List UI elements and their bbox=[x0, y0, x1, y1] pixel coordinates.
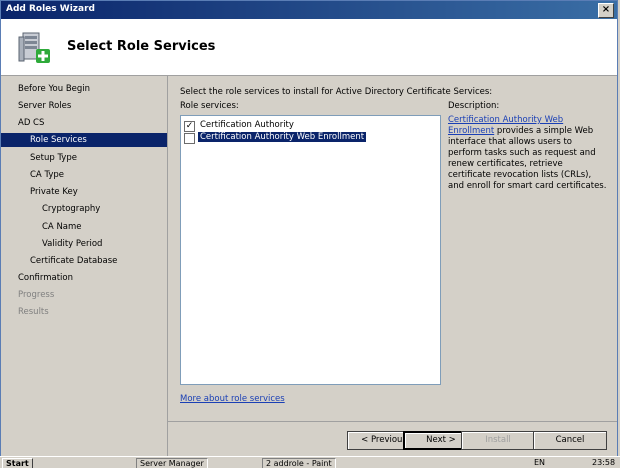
nav-item-server-roles[interactable]: Server Roles bbox=[18, 99, 71, 113]
close-button[interactable]: × bbox=[598, 3, 614, 18]
more-about-role-services-link[interactable]: More about role services bbox=[180, 394, 285, 404]
more-about-role-services: More about role services bbox=[180, 394, 285, 404]
nav-item-cryptography[interactable]: Cryptography bbox=[42, 202, 100, 216]
role-services-list[interactable]: ✓ Certification Authority Certification … bbox=[180, 115, 441, 385]
service-label: Certification Authority bbox=[200, 120, 294, 130]
wizard-content: Select the role services to install for … bbox=[168, 76, 617, 421]
server-add-icon bbox=[18, 32, 50, 63]
wizard-footer: < Previous Next > Install Cancel bbox=[168, 421, 617, 457]
checkbox-certification-authority[interactable]: ✓ bbox=[184, 121, 195, 132]
nav-item-ca-name[interactable]: CA Name bbox=[42, 220, 82, 234]
add-roles-wizard-window: Add Roles Wizard × Select Role Services … bbox=[0, 0, 618, 457]
nav-item-ca-type[interactable]: CA Type bbox=[30, 168, 64, 182]
description-text: Certification Authority Web Enrollment p… bbox=[448, 115, 608, 192]
page-title: Select Role Services bbox=[67, 39, 216, 54]
nav-item-validity-period[interactable]: Validity Period bbox=[42, 237, 102, 251]
wizard-header: Select Role Services bbox=[1, 19, 617, 76]
wizard-nav: Before You Begin Server Roles AD CS Role… bbox=[1, 76, 168, 456]
service-label: Certification Authority Web Enrollment bbox=[198, 132, 367, 142]
description-label: Description: bbox=[448, 101, 500, 111]
cancel-button[interactable]: Cancel bbox=[533, 431, 607, 450]
clock: 23:58 bbox=[592, 458, 616, 467]
nav-item-private-key[interactable]: Private Key bbox=[30, 185, 78, 199]
window-title: Add Roles Wizard bbox=[6, 4, 95, 14]
nav-item-progress: Progress bbox=[18, 290, 55, 300]
nav-item-ad-cs[interactable]: AD CS bbox=[18, 116, 44, 130]
instruction-text: Select the role services to install for … bbox=[180, 87, 493, 97]
nav-item-before-you-begin[interactable]: Before You Begin bbox=[18, 82, 90, 96]
nav-item-role-services[interactable]: Role Services bbox=[1, 133, 167, 147]
nav-item-confirmation[interactable]: Confirmation bbox=[18, 271, 73, 285]
checkbox-web-enrollment[interactable] bbox=[184, 133, 195, 144]
nav-item-results: Results bbox=[18, 307, 49, 317]
nav-item-setup-type[interactable]: Setup Type bbox=[30, 151, 77, 165]
nav-item-label: Role Services bbox=[30, 135, 87, 145]
title-bar[interactable]: Add Roles Wizard × bbox=[1, 1, 617, 19]
taskbar: Start Server Manager 2 addrole - Paint E… bbox=[0, 456, 620, 468]
nav-item-certificate-database[interactable]: Certificate Database bbox=[30, 254, 117, 268]
language-indicator[interactable]: EN bbox=[534, 458, 545, 467]
role-services-label: Role services: bbox=[180, 101, 239, 111]
install-button: Install bbox=[461, 431, 535, 450]
